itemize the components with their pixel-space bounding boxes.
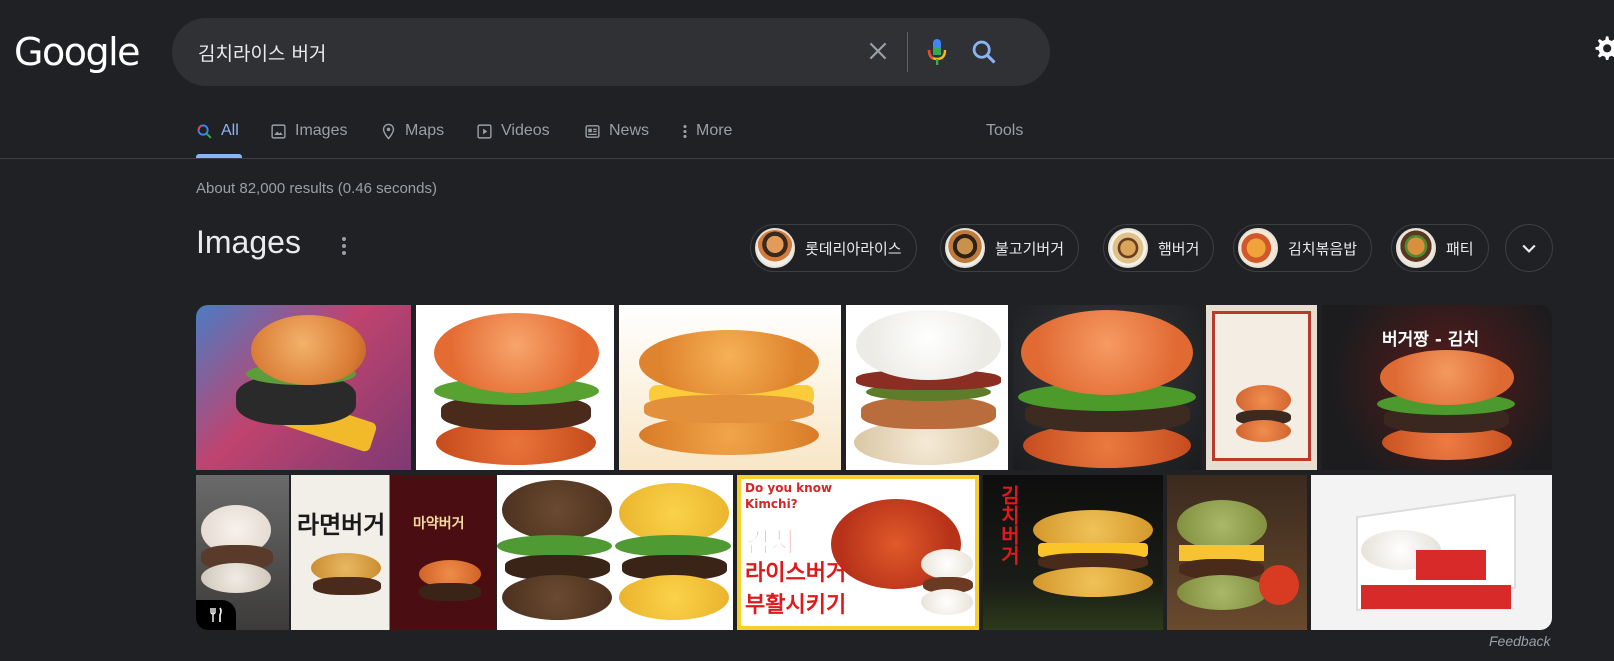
map-pin-icon	[382, 123, 395, 140]
tab-videos[interactable]: Videos	[476, 122, 550, 140]
chip-label: 롯데리아라이스	[805, 239, 902, 258]
tab-label: Images	[295, 122, 348, 139]
chip-label: 김치볶음밥	[1288, 239, 1358, 258]
chip-thumbnail	[1108, 228, 1148, 268]
image-result[interactable]	[846, 305, 1008, 470]
image-result[interactable]	[1167, 475, 1307, 630]
tab-more[interactable]: More	[682, 122, 732, 140]
more-options-icon[interactable]	[334, 235, 354, 257]
restaurant-badge	[196, 600, 236, 630]
overlay-text: Kimchi?	[745, 497, 798, 511]
chip-thumbnail	[1238, 228, 1278, 268]
tab-label: More	[696, 122, 733, 139]
overlay-text: 라이스버거	[745, 561, 847, 586]
image-result[interactable]: 라면버거 마약버거	[291, 475, 496, 630]
chip-lotteria-rice[interactable]: 롯데리아라이스	[750, 224, 917, 272]
settings-gear-icon[interactable]	[1592, 34, 1614, 62]
search-icon[interactable]	[970, 38, 998, 66]
chip-label: 햄버거	[1158, 239, 1200, 258]
overlay-text: 라면버거	[297, 511, 386, 539]
tools-button[interactable]: Tools	[986, 122, 1023, 140]
overlay-text: 버거짱 - 김치	[1382, 330, 1480, 350]
image-result[interactable]	[1206, 305, 1317, 470]
image-result[interactable]: 버거짱 - 김치	[1322, 305, 1552, 470]
tab-label: Videos	[501, 122, 550, 139]
header-divider	[0, 158, 1614, 159]
chip-hamburger[interactable]: 햄버거	[1103, 224, 1215, 272]
tab-news[interactable]: News	[584, 122, 649, 140]
chip-kimchi-fried-rice[interactable]: 김치볶음밥	[1233, 224, 1373, 272]
chevron-down-icon	[1522, 244, 1536, 253]
play-icon	[477, 123, 492, 139]
overlay-text: Do you know	[745, 481, 833, 495]
chip-label: 불고기버거	[995, 239, 1065, 258]
image-result[interactable]: 김치버거	[983, 475, 1163, 630]
image-result[interactable]	[619, 305, 841, 470]
expand-chips-button[interactable]	[1505, 224, 1553, 272]
tab-images[interactable]: Images	[270, 122, 347, 140]
microphone-icon[interactable]	[925, 36, 949, 68]
fork-knife-icon	[210, 607, 222, 622]
images-section-title[interactable]: Images	[196, 224, 301, 261]
search-divider	[907, 32, 908, 72]
google-logo[interactable]: Google	[14, 30, 141, 74]
chip-thumbnail	[1396, 228, 1436, 268]
overlay-text: 마약버거	[413, 516, 465, 532]
chip-label: 패티	[1446, 239, 1474, 258]
chip-patty[interactable]: 패티	[1391, 224, 1489, 272]
image-result[interactable]	[1311, 475, 1552, 630]
news-icon	[585, 124, 600, 138]
image-result[interactable]	[196, 475, 289, 630]
chip-thumbnail	[755, 228, 795, 268]
search-icon	[197, 124, 212, 139]
image-results-grid: 버거짱 - 김치 라면버거 마약버거 Do you know Kimchi? 김…	[196, 305, 1552, 630]
result-stats: About 82,000 results (0.46 seconds)	[196, 180, 437, 197]
clear-icon[interactable]	[865, 38, 891, 64]
feedback-link[interactable]: Feedback	[1489, 633, 1550, 649]
search-box[interactable]: 김치라이스 버거	[172, 18, 1050, 86]
chip-bulgogi-burger[interactable]: 불고기버거	[940, 224, 1080, 272]
image-result[interactable]	[1013, 305, 1201, 470]
tab-maps[interactable]: Maps	[380, 122, 444, 140]
tab-label: All	[221, 122, 239, 139]
vertical-dots-icon	[683, 124, 687, 138]
overlay-text: 부활시키기	[745, 593, 847, 618]
tab-label: News	[609, 122, 650, 139]
image-result[interactable]	[497, 475, 733, 630]
image-icon	[271, 123, 286, 139]
image-result[interactable]	[416, 305, 614, 470]
tab-label: Maps	[405, 122, 445, 139]
search-input[interactable]: 김치라이스 버거	[198, 39, 326, 66]
tab-all[interactable]: All	[196, 122, 239, 140]
image-result[interactable]	[196, 305, 411, 470]
overlay-text: 김치버거	[997, 485, 1021, 565]
image-result[interactable]: Do you know Kimchi? 김치 라이스버거 부활시키기	[737, 475, 979, 630]
chip-thumbnail	[945, 228, 985, 268]
